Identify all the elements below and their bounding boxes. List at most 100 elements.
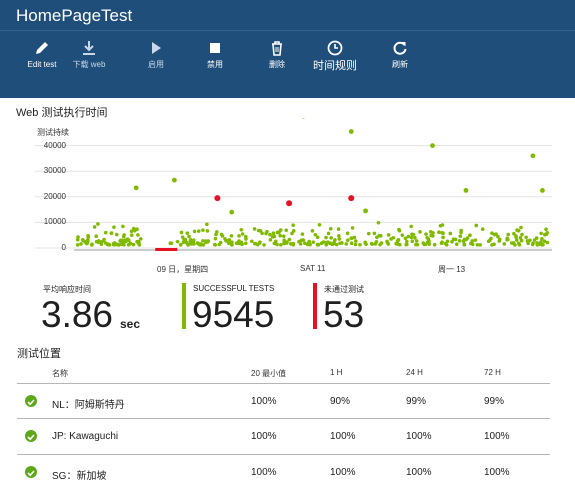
data-point (338, 241, 342, 246)
col-header-24h[interactable]: 24 H (406, 368, 423, 377)
outlier-data-point[interactable] (463, 188, 469, 193)
data-point (531, 241, 535, 245)
data-point (464, 237, 468, 242)
data-point (526, 241, 530, 246)
data-point (92, 225, 97, 229)
download-web-label: 下载 web (72, 60, 106, 69)
data-point (391, 235, 396, 240)
failed-data-point[interactable] (286, 200, 293, 207)
col-header-72h[interactable]: 72 H (484, 368, 501, 377)
data-point (418, 230, 422, 234)
x-tick-label: 周一 13 (438, 265, 466, 274)
outlier-data-point[interactable] (530, 153, 536, 159)
failed-data-point[interactable] (348, 195, 355, 202)
data-point (475, 243, 480, 247)
data-point (432, 242, 437, 247)
disable-button[interactable]: 禁用 (183, 40, 247, 70)
data-point (506, 232, 511, 237)
data-point (396, 238, 401, 242)
data-point (437, 230, 441, 235)
failed-indicator-bar (313, 283, 317, 329)
outlier-data-point[interactable] (348, 129, 354, 134)
data-point (120, 238, 125, 243)
data-point (94, 234, 99, 239)
data-point (542, 239, 547, 244)
edit-test-button[interactable]: Edit test (10, 40, 74, 70)
delete-button[interactable]: 删除 (245, 40, 309, 70)
data-point (243, 234, 248, 239)
data-point (136, 233, 140, 237)
data-point (502, 242, 507, 246)
data-point (290, 231, 294, 236)
data-point (281, 234, 286, 239)
download-web-button[interactable]: 下载 web (70, 40, 108, 70)
data-point (117, 243, 121, 247)
data-point (353, 242, 358, 247)
data-point (317, 222, 322, 227)
outlier-data-point[interactable] (363, 208, 368, 214)
refresh-label: 刷新 (392, 60, 408, 69)
data-point (497, 239, 502, 243)
col-header-name[interactable]: 名称 (52, 368, 68, 379)
data-point (252, 241, 257, 246)
data-point (345, 231, 350, 236)
table-row[interactable]: SG：新加坡 100% 100% 100% 100% (17, 454, 550, 489)
enable-button[interactable]: 启用 (124, 40, 188, 70)
failed-data-point[interactable] (214, 195, 221, 202)
outlier-data-point[interactable] (540, 188, 545, 193)
refresh-icon (393, 41, 407, 55)
data-point (250, 239, 254, 244)
data-point (86, 235, 91, 239)
data-point (492, 242, 496, 247)
data-point (470, 242, 475, 247)
data-point (486, 239, 491, 244)
data-point (406, 234, 411, 239)
data-point (505, 236, 510, 241)
data-point (315, 235, 320, 240)
clock-icon (327, 40, 343, 56)
data-point (405, 239, 409, 244)
data-point (284, 228, 289, 233)
data-point (136, 239, 141, 244)
data-point (80, 237, 85, 242)
refresh-button[interactable]: 刷新 (368, 40, 432, 70)
data-point (79, 242, 83, 246)
location-name: JP: Kawaguchi (52, 431, 119, 442)
page-title: HomePageTest (16, 6, 133, 25)
col-header-20min[interactable]: 20 最小值 (251, 368, 286, 379)
data-point (474, 223, 479, 228)
outlier-data-point[interactable] (301, 118, 306, 119)
data-point (398, 242, 402, 247)
data-point (180, 235, 185, 239)
table-row[interactable]: JP: Kawaguchi 100% 100% 100% 100% (17, 418, 550, 453)
header-divider (0, 30, 575, 31)
download-icon (83, 41, 95, 55)
data-point (129, 233, 134, 237)
enable-label: 启用 (148, 60, 164, 69)
data-point (112, 225, 116, 229)
disable-label: 禁用 (207, 60, 223, 69)
outlier-data-point[interactable] (133, 185, 139, 191)
data-point (239, 227, 244, 232)
failure-marker[interactable] (155, 248, 178, 251)
data-point (301, 238, 306, 242)
check-icon (25, 430, 37, 442)
data-point (201, 243, 206, 247)
outlier-data-point[interactable] (229, 209, 235, 215)
table-row[interactable]: NL：阿姆斯特丹 100% 90% 99% 99% (17, 383, 550, 418)
outlier-data-point[interactable] (171, 177, 177, 183)
data-point (175, 239, 180, 244)
data-point (480, 227, 485, 231)
data-point (284, 241, 289, 245)
check-icon (25, 466, 37, 478)
data-point (122, 243, 126, 247)
data-point (428, 230, 433, 234)
data-point (218, 240, 223, 245)
outlier-data-point[interactable] (430, 143, 435, 148)
time-rules-button[interactable]: 时间规则 (303, 40, 367, 73)
data-point (427, 239, 431, 243)
data-point (440, 231, 444, 235)
col-header-1h[interactable]: 1 H (330, 368, 342, 377)
data-point (353, 239, 358, 243)
data-point (414, 242, 418, 247)
